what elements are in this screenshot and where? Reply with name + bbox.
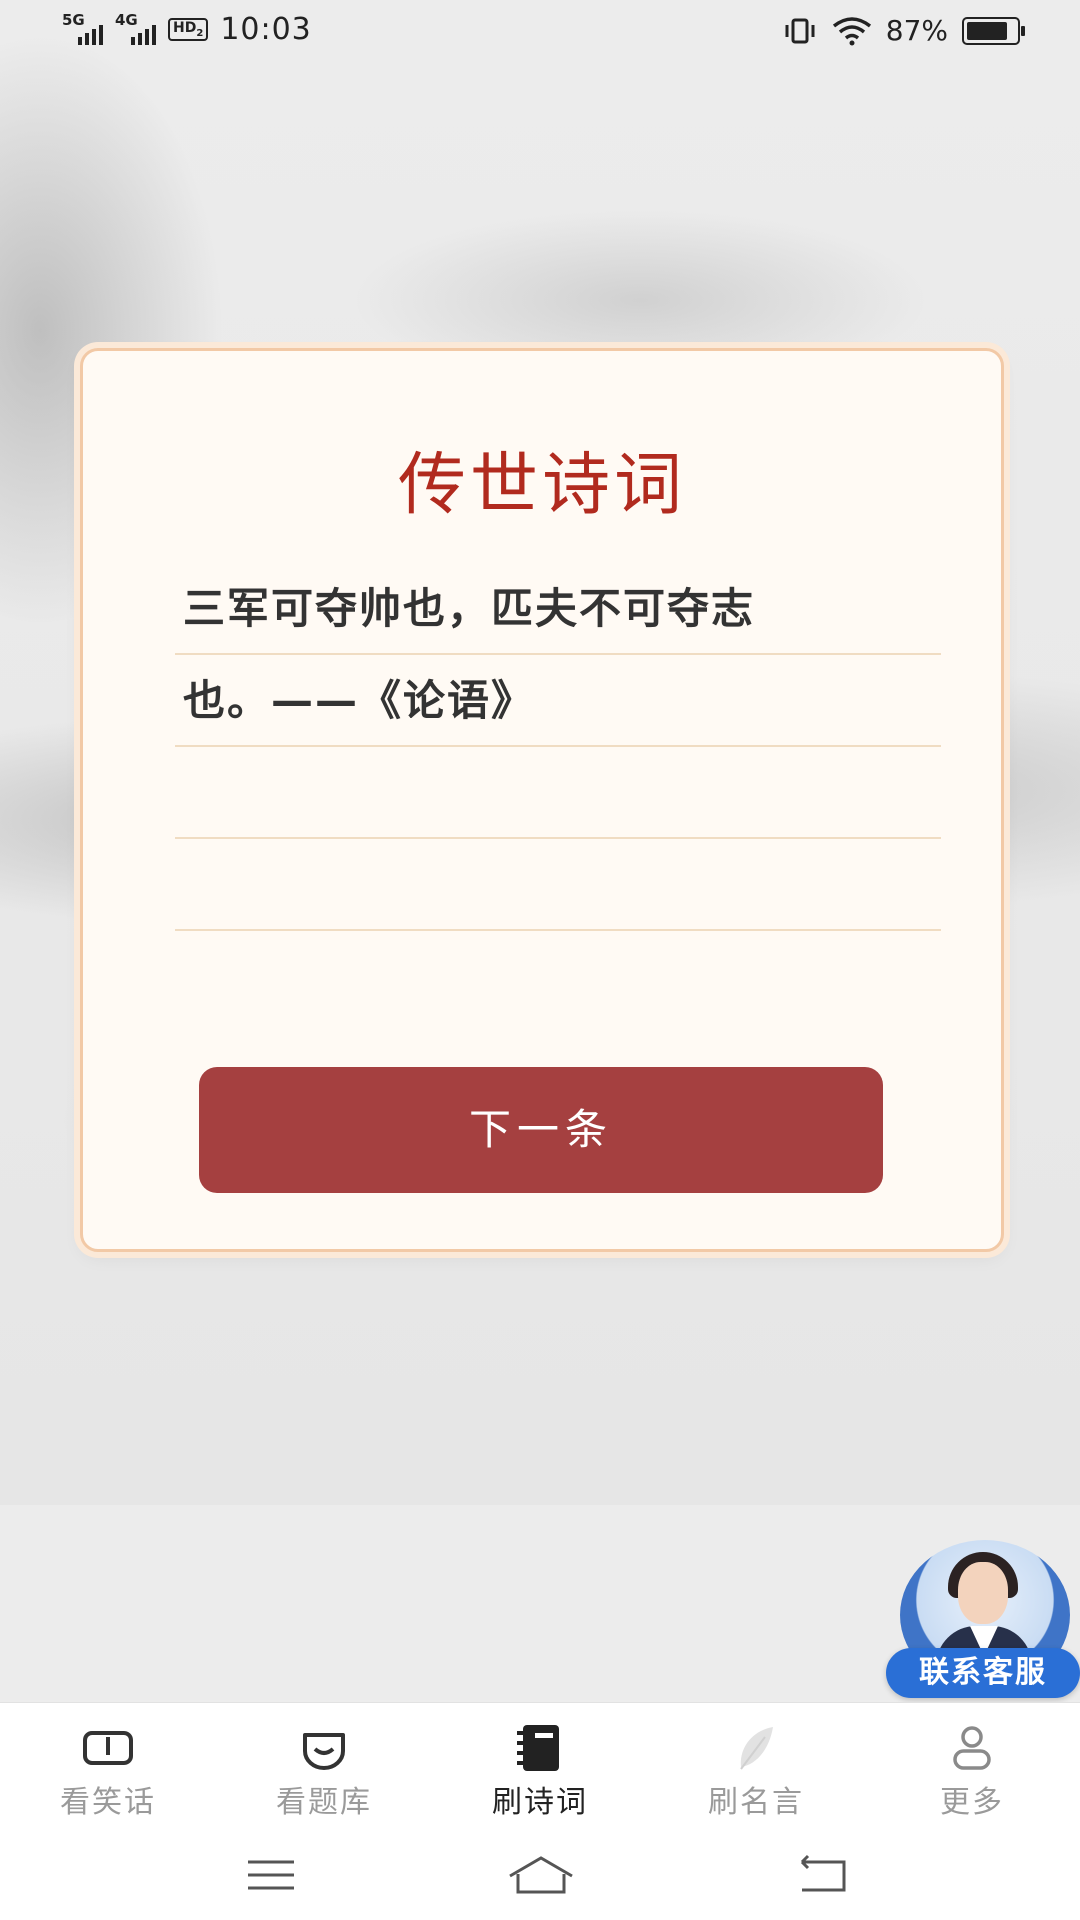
back-icon[interactable] bbox=[788, 1850, 858, 1900]
battery-level bbox=[967, 21, 1007, 40]
hd-label: HD bbox=[173, 20, 197, 37]
battery-percent: 87% bbox=[885, 14, 948, 47]
poem-card: 传世诗词 三军可夺帅也，匹夫不可夺志 也。——《论语》 下一条 bbox=[80, 348, 1004, 1252]
nav-label-quotes: 刷名言 bbox=[708, 1785, 804, 1820]
book-open-icon bbox=[83, 1731, 133, 1765]
poem-line bbox=[175, 747, 941, 839]
customer-service-button[interactable]: 联系客服 bbox=[886, 1540, 1080, 1700]
nav-item-jokes[interactable]: 看笑话 bbox=[0, 1703, 216, 1831]
next-button[interactable]: 下一条 bbox=[199, 1067, 883, 1193]
clock: 10:03 bbox=[220, 12, 312, 47]
poem-lines: 三军可夺帅也，匹夫不可夺志 也。——《论语》 bbox=[175, 563, 941, 931]
nav-item-quotes[interactable]: 刷名言 bbox=[648, 1703, 864, 1831]
card-title: 传世诗词 bbox=[397, 446, 686, 525]
poem-line: 也。——《论语》 bbox=[175, 655, 941, 747]
avatar-face bbox=[958, 1562, 1008, 1624]
nav-item-more[interactable]: 更多 bbox=[864, 1703, 1080, 1831]
battery-icon bbox=[962, 16, 1025, 45]
menu-icon[interactable] bbox=[236, 1850, 306, 1900]
nav-label-poems: 刷诗词 bbox=[492, 1785, 588, 1820]
status-left: 5G 4G HD2 10:03 bbox=[62, 11, 312, 48]
signal-5g-icon: 5G bbox=[62, 11, 103, 45]
home-icon[interactable] bbox=[506, 1850, 576, 1900]
system-nav-bar bbox=[0, 1830, 1080, 1920]
bottom-nav: 看笑话 看题库 刷诗词 刷名言 更多 bbox=[0, 1702, 1080, 1831]
nav-item-poems[interactable]: 刷诗词 bbox=[432, 1703, 648, 1831]
customer-service-label: 联系客服 bbox=[886, 1648, 1080, 1698]
signal-4g-icon: 4G bbox=[115, 11, 156, 45]
signal-4g-label: 4G bbox=[115, 10, 138, 29]
signal-5g-label: 5G bbox=[62, 10, 85, 29]
hd-voice-icon: HD2 bbox=[168, 18, 209, 41]
vibrate-icon bbox=[785, 18, 815, 43]
nav-label-jokes: 看笑话 bbox=[60, 1785, 156, 1820]
notebook-icon bbox=[517, 1725, 559, 1771]
poem-line bbox=[175, 839, 941, 931]
hd-sub: 2 bbox=[196, 27, 204, 39]
user-icon bbox=[953, 1726, 991, 1770]
status-bar: 5G 4G HD2 10:03 87% bbox=[0, 0, 1080, 64]
nav-label-more: 更多 bbox=[940, 1785, 1004, 1820]
smile-icon bbox=[303, 1733, 345, 1770]
poem-line: 三军可夺帅也，匹夫不可夺志 bbox=[175, 563, 941, 655]
status-right: 87% bbox=[782, 14, 1025, 47]
nav-item-questions[interactable]: 看题库 bbox=[216, 1703, 432, 1831]
nav-label-questions: 看题库 bbox=[276, 1785, 372, 1820]
feather-icon bbox=[740, 1727, 773, 1770]
wifi-icon bbox=[832, 16, 871, 45]
